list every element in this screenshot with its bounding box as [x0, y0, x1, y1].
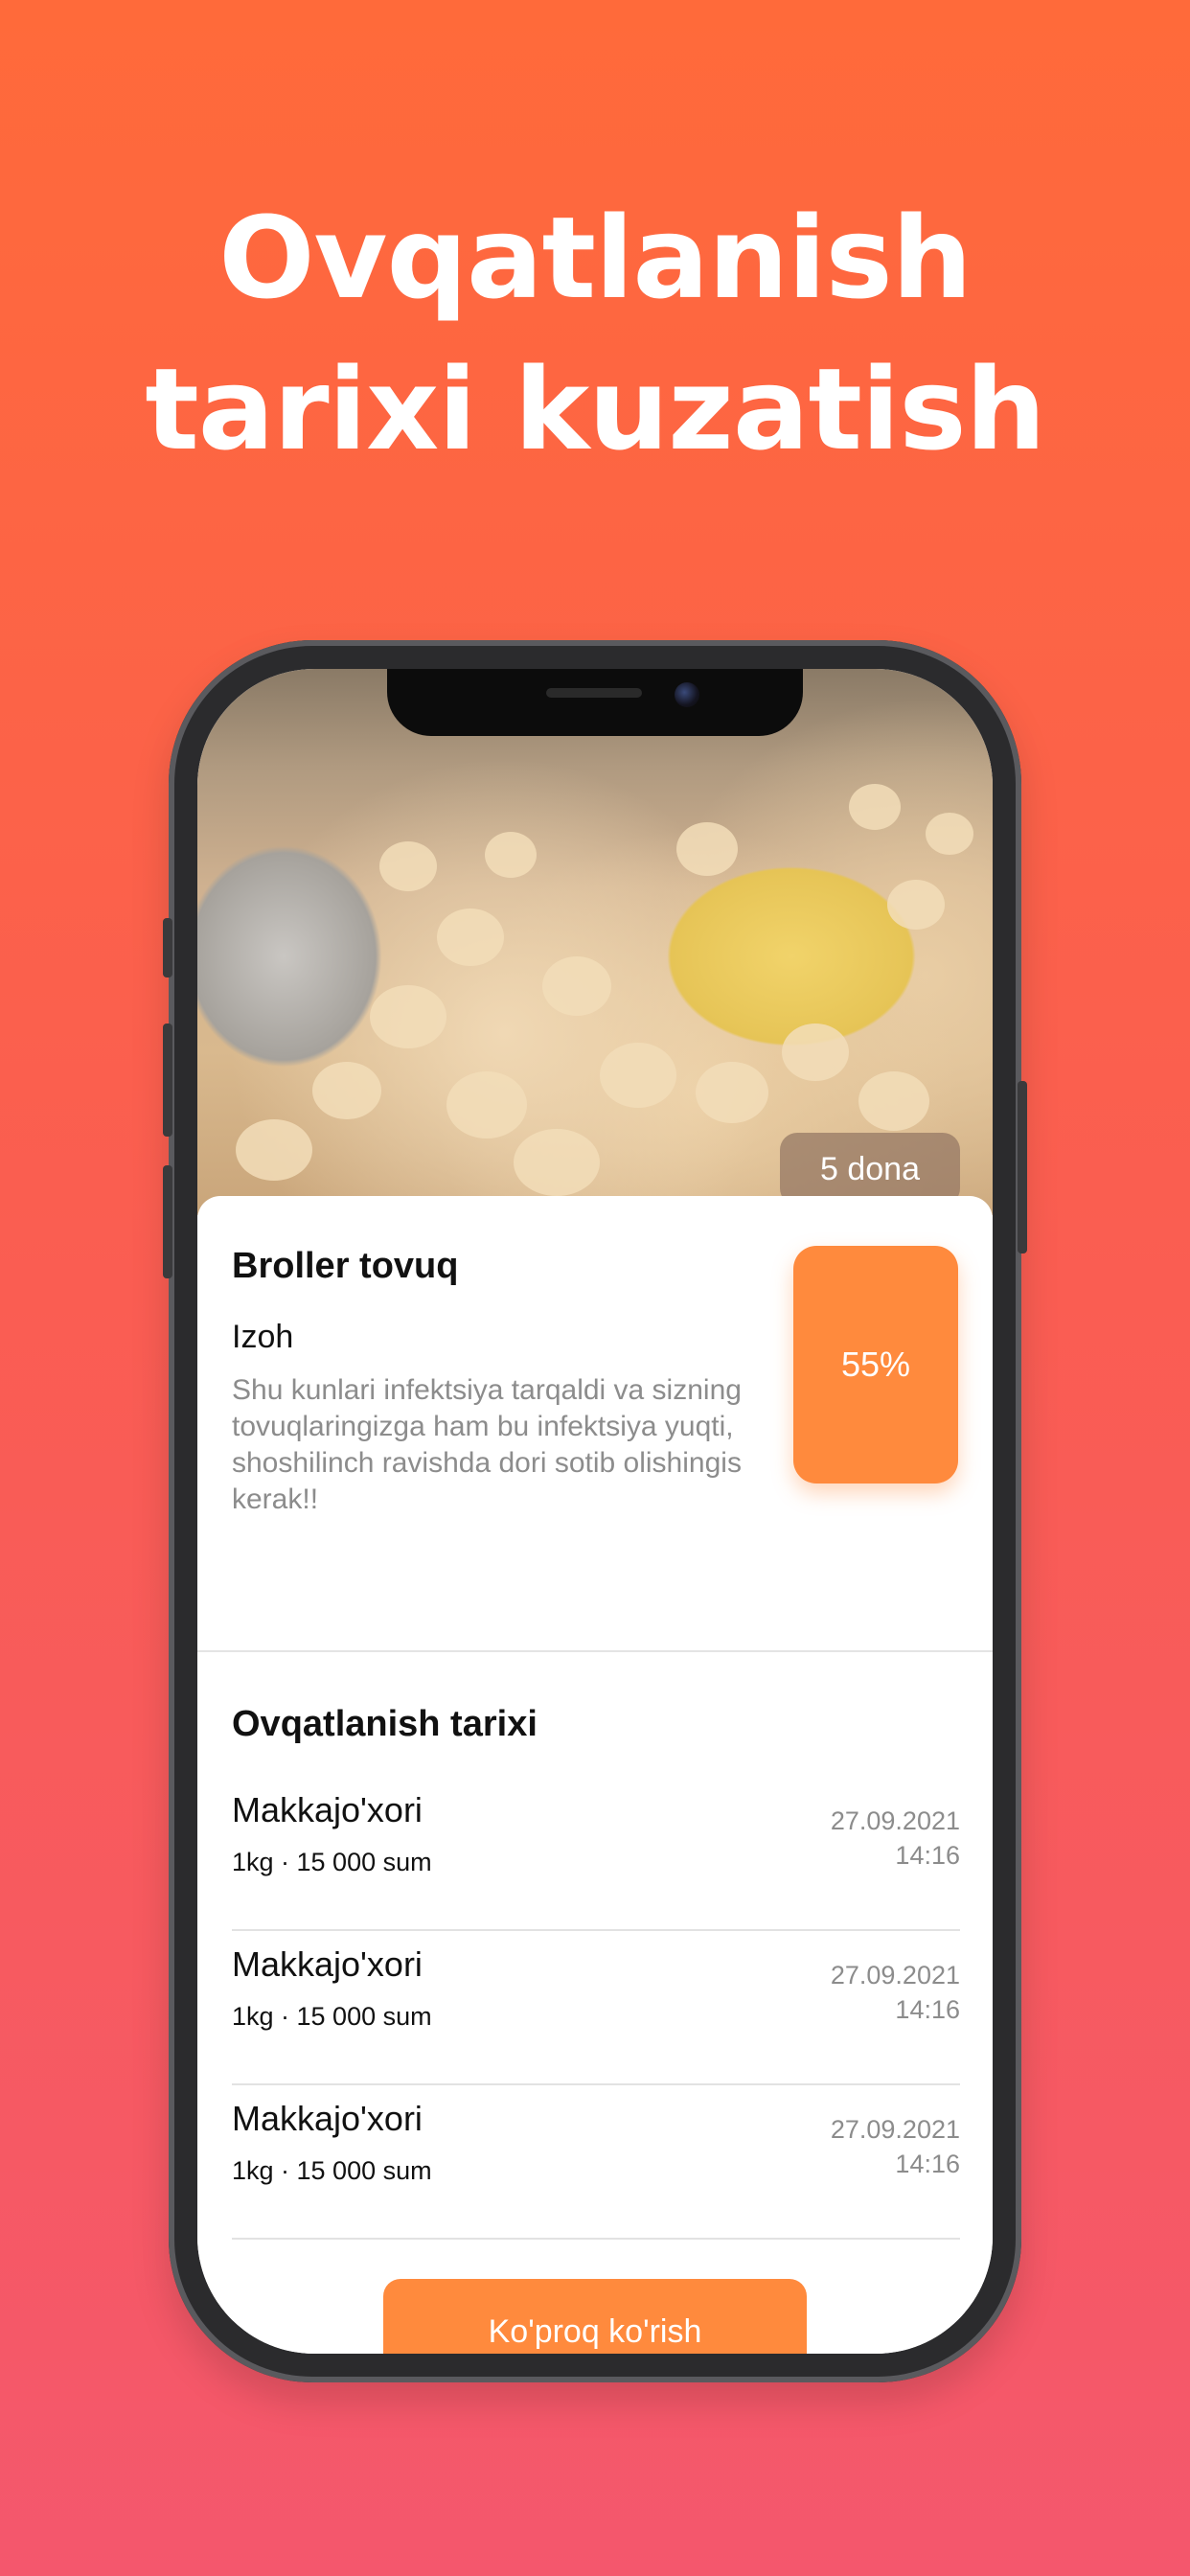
notch [387, 669, 803, 736]
feed-meta: 1kg · 15 000 sum [232, 2156, 432, 2185]
feed-time: 14:16 [895, 2150, 960, 2178]
phone-screen: 5 dona Broller tovuq Izoh Shu kunlari in… [197, 669, 993, 2354]
history-title: Ovqatlanish tarixi [232, 1704, 538, 1744]
headline-line-2: tarixi kuzatish [145, 343, 1045, 475]
history-row[interactable]: Makkajo'xori 1kg · 15 000 sum 27.09.2021… [232, 1777, 960, 1931]
feed-name: Makkajo'xori [232, 2099, 423, 2138]
feed-name: Makkajo'xori [232, 1790, 423, 1829]
feed-datetime: 27.09.2021 14:16 [831, 1958, 960, 2027]
feed-meta: 1kg · 15 000 sum [232, 2002, 432, 2031]
note-text: Shu kunlari infektsiya tarqaldi va sizni… [232, 1374, 742, 1515]
feed-date: 27.09.2021 [830, 1806, 960, 1835]
phone-frame: 5 dona Broller tovuq Izoh Shu kunlari in… [163, 640, 1027, 2382]
feed-time: 14:16 [895, 1841, 960, 1870]
detail-card: Broller tovuq Izoh Shu kunlari infektsiy… [197, 1196, 993, 2354]
breed-title: Broller tovuq [232, 1246, 459, 1286]
history-row[interactable]: Makkajo'xori 1kg · 15 000 sum 27.09.2021… [232, 2085, 960, 2240]
volume-down-button [163, 1165, 172, 1278]
section-divider [197, 1650, 993, 1652]
feed-name: Makkajo'xori [232, 1944, 423, 1984]
feed-meta: 1kg · 15 000 sum [232, 1848, 432, 1876]
feed-date: 27.09.2021 [830, 2115, 960, 2144]
feed-datetime: 27.09.2021 14:16 [831, 2112, 960, 2181]
chicks-photo: 5 dona [197, 669, 993, 1215]
count-badge: 5 dona [780, 1133, 960, 1206]
power-button [1018, 1081, 1027, 1254]
headline: Ovqatlanish tarixi kuzatish [0, 182, 1190, 485]
history-list: Makkajo'xori 1kg · 15 000 sum 27.09.2021… [232, 1777, 960, 2240]
volume-up-button [163, 1024, 172, 1137]
show-more-button[interactable]: Ko'proq ko'rish [383, 2279, 807, 2354]
front-camera-icon [675, 682, 699, 707]
feed-date: 27.09.2021 [830, 1961, 960, 1990]
silent-switch [163, 918, 172, 978]
percent-badge: 55% [793, 1246, 958, 1484]
feed-time: 14:16 [895, 1995, 960, 2024]
history-row[interactable]: Makkajo'xori 1kg · 15 000 sum 27.09.2021… [232, 1931, 960, 2085]
headline-line-1: Ovqatlanish [218, 192, 973, 324]
feed-datetime: 27.09.2021 14:16 [831, 1804, 960, 1873]
note-label: Izoh [232, 1319, 294, 1355]
speaker-grille [546, 688, 642, 698]
